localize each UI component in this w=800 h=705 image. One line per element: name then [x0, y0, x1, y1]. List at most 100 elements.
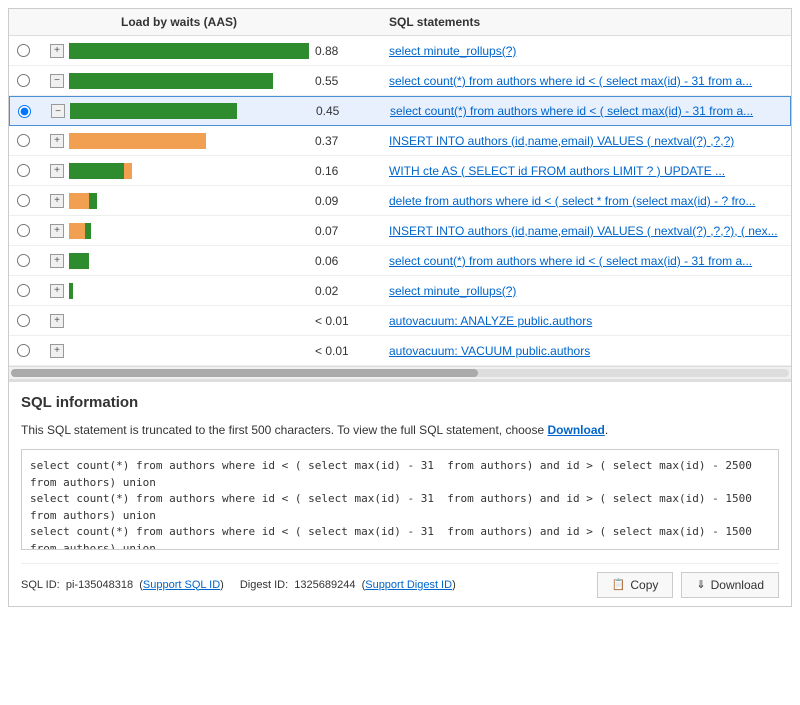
sql-info-desc: This SQL statement is truncated to the f…: [21, 421, 779, 439]
radio-cell[interactable]: [17, 224, 45, 237]
radio-cell[interactable]: [17, 134, 45, 147]
sql-text[interactable]: select minute_rollups(?): [389, 44, 783, 58]
download-link[interactable]: Download: [548, 423, 605, 437]
horizontal-scrollbar[interactable]: [9, 366, 791, 380]
bar-multi: [69, 193, 97, 209]
expand-btn[interactable]: +: [50, 194, 64, 208]
expand-cell[interactable]: +: [45, 134, 69, 148]
bar-segment-orange: [69, 223, 85, 239]
radio-cell[interactable]: [17, 194, 45, 207]
row-radio-8[interactable]: [17, 254, 30, 267]
expand-cell[interactable]: −: [45, 74, 69, 88]
sql-text[interactable]: WITH cte AS ( SELECT id FROM authors LIM…: [389, 164, 783, 178]
radio-cell[interactable]: [17, 284, 45, 297]
sql-text[interactable]: autovacuum: VACUUM public.authors: [389, 344, 783, 358]
bar-value: 0.07: [315, 224, 345, 238]
radio-cell[interactable]: [17, 164, 45, 177]
sql-text[interactable]: select minute_rollups(?): [389, 284, 783, 298]
sql-text[interactable]: INSERT INTO authors (id,name,email) VALU…: [389, 224, 783, 238]
table-row: − 0.45 select count(*) from authors wher…: [9, 96, 791, 126]
bar-multi: [69, 223, 91, 239]
radio-cell[interactable]: [18, 105, 46, 118]
sql-text[interactable]: select count(*) from authors where id < …: [389, 74, 783, 88]
bar-cell: 0.16: [69, 163, 389, 179]
sql-info-desc-end: .: [605, 423, 608, 437]
radio-cell[interactable]: [17, 314, 45, 327]
expand-btn[interactable]: +: [50, 164, 64, 178]
download-button[interactable]: ⇓ Download: [681, 572, 779, 598]
table-row: + 0.02 select minute_rollups(?): [9, 276, 791, 306]
bar-track: [69, 193, 309, 209]
bar-segment-green: [69, 163, 124, 179]
expand-btn[interactable]: +: [50, 284, 64, 298]
sql-id-link[interactable]: Support SQL ID: [143, 579, 220, 591]
table-row: + 0.09 delete from authors where id < ( …: [9, 186, 791, 216]
digest-id-link[interactable]: Support Digest ID: [365, 579, 452, 591]
sql-text[interactable]: INSERT INTO authors (id,name,email) VALU…: [389, 134, 783, 148]
header-load-col: Load by waits (AAS): [69, 15, 389, 29]
sql-text[interactable]: select count(*) from authors where id < …: [390, 104, 782, 118]
download-label: Download: [711, 578, 764, 592]
copy-label: Copy: [630, 578, 658, 592]
expand-cell[interactable]: −: [46, 104, 70, 118]
radio-cell[interactable]: [17, 344, 45, 357]
bar-value: 0.55: [315, 74, 345, 88]
sql-text[interactable]: select count(*) from authors where id < …: [389, 254, 783, 268]
expand-btn[interactable]: −: [51, 104, 65, 118]
expand-cell[interactable]: +: [45, 224, 69, 238]
expand-btn[interactable]: +: [50, 314, 64, 328]
row-radio-9[interactable]: [17, 284, 30, 297]
table-row: − 0.55 select count(*) from authors wher…: [9, 66, 791, 96]
bar-value: 0.02: [315, 284, 345, 298]
expand-cell[interactable]: +: [45, 344, 69, 358]
sql-text[interactable]: autovacuum: ANALYZE public.authors: [389, 314, 783, 328]
expand-btn[interactable]: +: [50, 44, 64, 58]
bar-fill: [70, 103, 237, 119]
bar-fill: [69, 283, 73, 299]
bar-value: 0.88: [315, 44, 345, 58]
row-radio-5[interactable]: [17, 164, 30, 177]
expand-cell[interactable]: +: [45, 164, 69, 178]
sql-id-value: pi-135048318: [66, 579, 133, 591]
sql-textarea[interactable]: select count(*) from authors where id < …: [21, 449, 779, 550]
expand-cell[interactable]: +: [45, 254, 69, 268]
expand-cell[interactable]: +: [45, 314, 69, 328]
row-radio-10[interactable]: [17, 314, 30, 327]
row-radio-3[interactable]: [18, 105, 31, 118]
bar-track: [69, 313, 309, 329]
header-sql-col: SQL statements: [389, 15, 783, 29]
row-radio-1[interactable]: [17, 44, 30, 57]
expand-btn[interactable]: −: [50, 74, 64, 88]
bar-cell: 0.88: [69, 43, 389, 59]
expand-btn[interactable]: +: [50, 254, 64, 268]
expand-cell[interactable]: +: [45, 194, 69, 208]
radio-cell[interactable]: [17, 254, 45, 267]
expand-btn[interactable]: +: [50, 224, 64, 238]
expand-cell[interactable]: +: [45, 284, 69, 298]
table-row: + 0.16 WITH cte AS ( SELECT id FROM auth…: [9, 156, 791, 186]
sql-actions: 📋 Copy ⇓ Download: [597, 572, 779, 598]
row-radio-11[interactable]: [17, 344, 30, 357]
bar-multi: [69, 163, 132, 179]
scrollbar-thumb[interactable]: [11, 369, 478, 377]
expand-btn[interactable]: +: [50, 344, 64, 358]
row-radio-4[interactable]: [17, 134, 30, 147]
expand-btn[interactable]: +: [50, 134, 64, 148]
table-row: + 0.07 INSERT INTO authors (id,name,emai…: [9, 216, 791, 246]
row-radio-7[interactable]: [17, 224, 30, 237]
radio-cell[interactable]: [17, 74, 45, 87]
radio-cell[interactable]: [17, 44, 45, 57]
expand-cell[interactable]: +: [45, 44, 69, 58]
row-radio-6[interactable]: [17, 194, 30, 207]
row-radio-2[interactable]: [17, 74, 30, 87]
bar-value: < 0.01: [315, 314, 349, 328]
download-icon: ⇓: [696, 578, 705, 591]
bar-value: 0.06: [315, 254, 345, 268]
sql-info-title: SQL information: [21, 394, 779, 411]
sql-text[interactable]: delete from authors where id < ( select …: [389, 194, 783, 208]
bar-cell: < 0.01: [69, 313, 389, 329]
bar-value: 0.37: [315, 134, 345, 148]
copy-button[interactable]: 📋 Copy: [597, 572, 674, 598]
sql-ids: SQL ID: pi-135048318 (Support SQL ID) Di…: [21, 579, 456, 591]
bar-value: 0.16: [315, 164, 345, 178]
